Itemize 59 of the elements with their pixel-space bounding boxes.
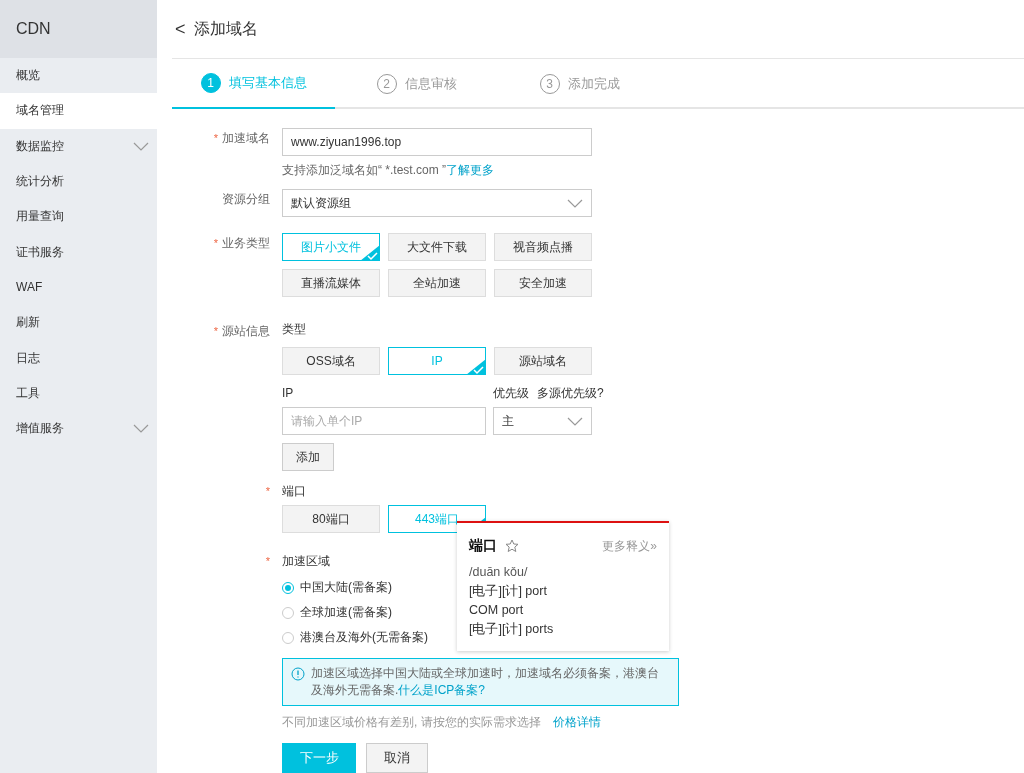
option-button[interactable]: 大文件下载 [388,233,486,261]
back-link[interactable]: < [172,18,186,40]
definition-text: COM port [469,602,525,619]
ip-label: IP [282,385,294,402]
option-button[interactable]: 全站加速 [388,269,486,297]
chevron-down-icon [567,416,583,426]
pronunciation: /duān kǒu/ [469,564,529,581]
group-select[interactable]: 默认资源组 [282,189,592,217]
sidebar-item[interactable]: 增值服务 [0,410,157,447]
price-note: 不同加速区域价格有差别, 请按您的实际需求选择 [282,714,541,731]
sidebar-item[interactable]: 域名管理 [0,93,157,129]
priority-help-link[interactable]: 多源优先级? [537,383,604,403]
radio-label[interactable]: 全球加速(需备案) [300,604,392,621]
add-button[interactable]: 添加 [282,443,334,471]
priority-label: 优先级 [493,385,529,402]
popup-word: 端口 [469,537,497,555]
definition-text: [电子][计] ports [469,621,555,638]
required-mark: * [265,484,270,499]
sidebar-item[interactable]: 概览 [0,58,157,94]
radio-label[interactable]: 港澳台及海外(无需备案) [300,629,428,646]
option-button[interactable]: 安全加速 [494,269,592,297]
required-mark: * [213,324,218,339]
option-button[interactable]: 源站域名 [494,347,592,375]
option-button[interactable]: 80端口 [282,505,380,533]
field-label: 业务类型 [222,235,270,252]
required-mark: * [213,236,218,251]
notice-text: 加速区域选择中国大陆或全球加速时，加速域名必须备案，港澳台及海外无需备案.什么是ICP备案? [311,665,660,699]
field-label: 资源分组 [222,191,270,208]
option-button[interactable]: 直播流媒体 [282,269,380,297]
definition-text: [电子][计] port [469,583,548,600]
sidebar-item[interactable]: 刷新 [0,305,157,341]
option-button[interactable]: 视音频点播 [494,233,592,261]
field-label: 加速区域 [282,553,330,570]
chevron-down-icon [567,198,583,208]
page-title: 添加域名 [193,18,258,39]
product-title: CDN [16,20,51,38]
sidebar-item[interactable]: 日志 [0,340,157,376]
domain-field[interactable]: www.ziyuan1996.top [282,128,592,156]
option-button[interactable]: OSS域名 [282,347,380,375]
info-icon [291,667,305,681]
sidebar-item[interactable]: 工具 [0,375,157,411]
priority-select[interactable]: 主 [493,407,592,435]
sidebar-item[interactable]: 用量查询 [0,199,157,235]
sidebar-item[interactable]: 数据监控 [0,128,157,164]
hint-text: 支持添加泛域名如“ *.test.com ” [282,163,446,177]
cancel-button[interactable]: 取消 [366,743,428,773]
sidebar-item[interactable]: 证书服务 [0,234,157,270]
star-icon[interactable] [505,539,519,553]
field-label: 端口 [282,483,306,500]
required-mark: * [265,554,270,569]
field-label: 源站信息 [222,323,270,340]
required-mark: * [213,131,218,146]
check-corner-icon [360,245,380,261]
radio-label[interactable]: 中国大陆(需备案) [300,579,392,596]
type-label: 类型 [282,321,306,338]
check-corner-icon [466,359,486,375]
field-label: 加速域名 [222,130,270,147]
sidebar-item[interactable]: 统计分析 [0,163,157,200]
sidebar-item[interactable]: WAF [0,269,157,306]
